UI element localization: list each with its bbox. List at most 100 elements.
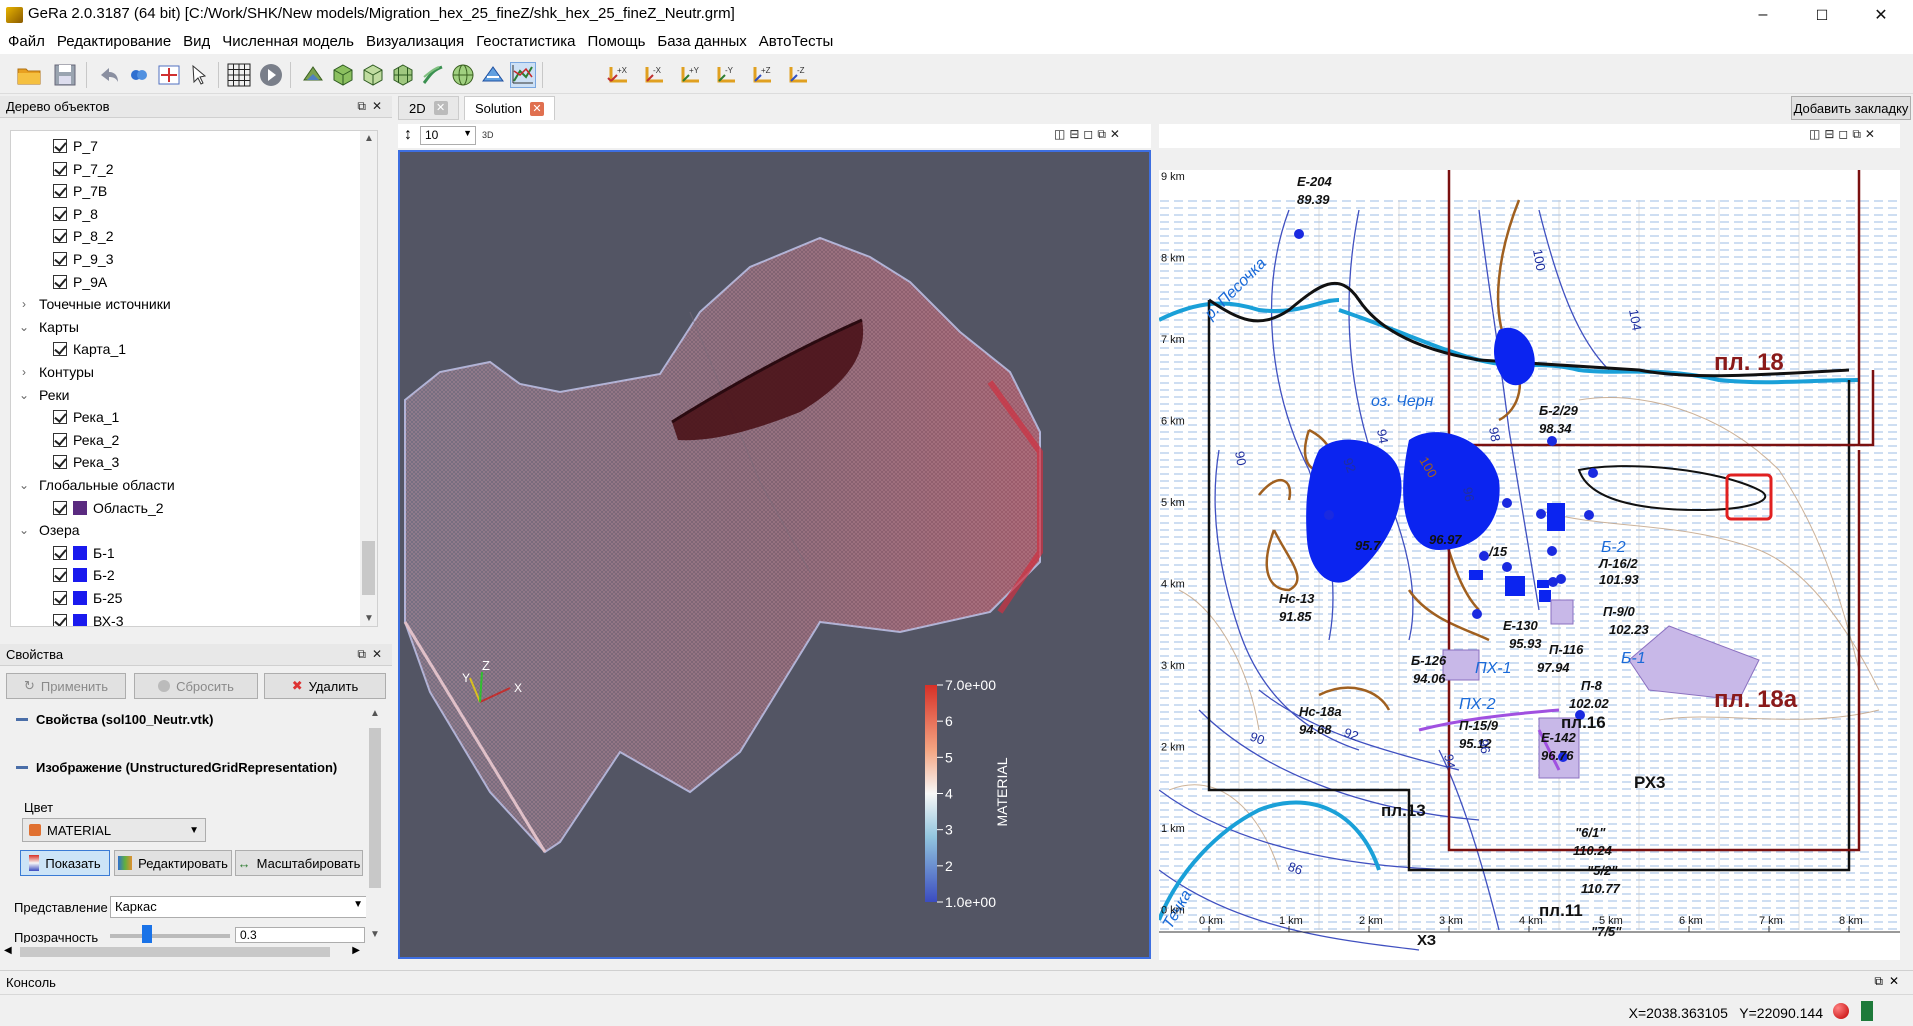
tree-item[interactable]: Река_1	[53, 406, 119, 428]
view-plus-y-icon[interactable]: +Y	[676, 62, 706, 88]
visibility-checkbox[interactable]	[53, 229, 67, 244]
tree-item[interactable]: Б-2	[53, 564, 115, 586]
tab-solution[interactable]: Solution ✕	[464, 96, 555, 120]
panel-float-close-icons[interactable]: ⧉✕	[1874, 974, 1905, 989]
view-plus-z-icon[interactable]: +Z	[748, 62, 778, 88]
tree-group[interactable]: › Точечные источники	[17, 293, 171, 315]
visibility-checkbox[interactable]	[53, 500, 67, 515]
menu-geostatistics[interactable]: Геостатистика	[472, 30, 583, 54]
menu-file[interactable]: Файл	[4, 30, 53, 54]
cube-wire-icon[interactable]	[360, 62, 386, 88]
view-minus-z-icon[interactable]: -Z	[784, 62, 814, 88]
tree-item[interactable]: P_7B	[53, 180, 107, 202]
visibility-checkbox[interactable]	[53, 342, 67, 357]
pointer-icon[interactable]	[186, 62, 212, 88]
menu-help[interactable]: Помощь	[583, 30, 653, 54]
menu-visualization[interactable]: Визуализация	[362, 30, 472, 54]
menu-edit[interactable]: Редактирование	[53, 30, 179, 54]
tree-item[interactable]: P_9_3	[53, 248, 113, 270]
visibility-checkbox[interactable]	[53, 455, 67, 470]
cube-green-icon[interactable]	[330, 62, 356, 88]
panel-float-close-icons[interactable]: ⧉✕	[357, 647, 388, 662]
tree-item[interactable]: Область_2	[53, 497, 164, 519]
layers-icon[interactable]	[126, 62, 152, 88]
map-layout-icons[interactable]: ◫⊟◻⧉✕	[1809, 127, 1879, 142]
apply-button[interactable]: ↻ Применить	[6, 673, 126, 699]
show-button[interactable]: Показать	[20, 850, 110, 876]
representation-select[interactable]: Каркас ▼	[110, 896, 368, 918]
tree-group[interactable]: ⌄ Реки	[17, 384, 70, 406]
chevron-down-icon[interactable]: ⌄	[17, 320, 31, 334]
add-bookmark-button[interactable]: Добавить закладку	[1791, 96, 1911, 120]
tree-item[interactable]: P_9A	[53, 271, 107, 293]
tree-item[interactable]: P_8_2	[53, 225, 113, 247]
rescale-button[interactable]: ↔ Масштабировать	[235, 850, 363, 876]
slice-icon[interactable]	[480, 62, 506, 88]
properties-section-vtk[interactable]: Свойства (sol100_Neutr.vtk)	[16, 712, 213, 727]
tree-item[interactable]: P_7_2	[53, 158, 113, 180]
cube-grid-icon[interactable]	[390, 62, 416, 88]
tree-item[interactable]: Б-1	[53, 542, 115, 564]
close-button[interactable]: ✕	[1858, 0, 1904, 30]
tree-item[interactable]: Река_3	[53, 451, 119, 473]
tree-item[interactable]: P_7	[53, 135, 98, 157]
move-icon[interactable]	[156, 62, 182, 88]
visibility-checkbox[interactable]	[53, 613, 67, 626]
visibility-checkbox[interactable]	[53, 161, 67, 176]
visibility-checkbox[interactable]	[53, 252, 67, 266]
chevron-down-icon[interactable]: ⌄	[17, 388, 31, 402]
play-icon[interactable]	[258, 62, 284, 88]
tree-item[interactable]: Карта_1	[53, 338, 126, 360]
menu-numerical-model[interactable]: Численная модель	[218, 30, 362, 54]
view-minus-x-icon[interactable]: -X	[640, 62, 670, 88]
menu-database[interactable]: База данных	[653, 30, 754, 54]
surface-icon[interactable]	[300, 62, 326, 88]
open-folder-icon[interactable]	[16, 62, 42, 88]
edit-colormap-button[interactable]: Редактировать	[114, 850, 232, 876]
tree-scrollbar[interactable]: ▲ ▼	[360, 131, 377, 626]
tree-group[interactable]: ⌄ Карты	[17, 316, 79, 338]
visibility-checkbox[interactable]	[53, 432, 67, 447]
visibility-checkbox[interactable]	[53, 274, 67, 289]
opacity-slider-handle[interactable]	[142, 925, 152, 943]
visibility-checkbox[interactable]	[53, 184, 67, 199]
maximize-button[interactable]: ☐	[1799, 0, 1845, 30]
view-minus-y-icon[interactable]: -Y	[712, 62, 742, 88]
stream-icon[interactable]	[420, 62, 446, 88]
properties-hscrollbar[interactable]: ◀ ▶	[0, 944, 366, 960]
menu-autotests[interactable]: АвтоТесты	[755, 30, 842, 54]
panel-float-close-icons[interactable]: ⧉✕	[357, 99, 388, 114]
close-tab-icon[interactable]: ✕	[433, 101, 448, 115]
tree-item[interactable]: Б-25	[53, 587, 122, 609]
opacity-input[interactable]: 0.3	[235, 927, 365, 943]
view-plus-x-icon[interactable]: +X	[604, 62, 634, 88]
properties-scrollbar[interactable]: ▲ ▼	[366, 706, 384, 942]
tree-scroll-thumb[interactable]	[362, 541, 375, 595]
visibility-checkbox[interactable]	[53, 568, 67, 583]
color-select[interactable]: MATERIAL ▼	[22, 818, 206, 842]
z-scale-select[interactable]: 10 ▼	[420, 126, 476, 145]
visibility-checkbox[interactable]	[53, 591, 67, 605]
tree-group[interactable]: ⌄ Озера	[17, 519, 80, 541]
visibility-checkbox[interactable]	[53, 206, 67, 221]
profile-plot-icon[interactable]	[510, 62, 536, 88]
visibility-checkbox[interactable]	[53, 545, 67, 560]
view-layout-icons[interactable]: ◫⊟◻⧉✕	[1054, 127, 1124, 142]
undo-icon[interactable]	[96, 62, 122, 88]
visibility-checkbox[interactable]	[53, 139, 67, 153]
save-icon[interactable]	[52, 62, 78, 88]
record-indicator-icon[interactable]	[1833, 1003, 1849, 1019]
grid-icon[interactable]	[226, 62, 252, 88]
tree-group[interactable]: ⌄ Глобальные области	[17, 474, 175, 496]
properties-section-representation[interactable]: Изображение (UnstructuredGridRepresentat…	[16, 760, 337, 775]
delete-button[interactable]: ✖ Удалить	[264, 673, 386, 699]
close-tab-icon[interactable]: ✕	[529, 101, 544, 116]
visibility-checkbox[interactable]	[53, 410, 67, 425]
tab-2d[interactable]: 2D ✕	[398, 96, 459, 120]
tree-item[interactable]: P_8	[53, 203, 98, 225]
tree-group[interactable]: › Контуры	[17, 361, 94, 383]
chevron-right-icon[interactable]: ›	[17, 297, 31, 311]
minimize-button[interactable]: –	[1740, 0, 1786, 30]
chevron-right-icon[interactable]: ›	[17, 365, 31, 379]
tree-item[interactable]: Река_2	[53, 429, 119, 451]
